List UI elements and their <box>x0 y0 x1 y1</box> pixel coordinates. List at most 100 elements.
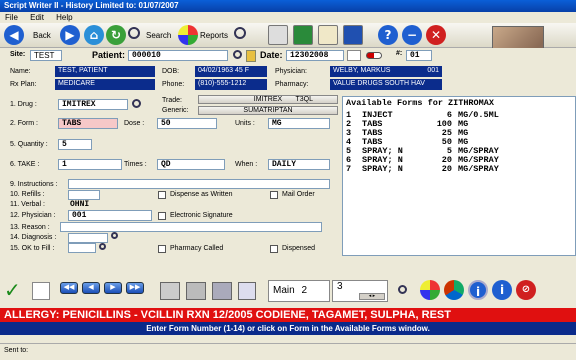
fax-icon[interactable] <box>268 25 288 45</box>
patient-search-icon[interactable] <box>233 50 242 59</box>
no-entry-icon[interactable]: ⊘ <box>516 280 536 300</box>
reports-icon[interactable] <box>178 25 198 45</box>
ok-to-fill-search-icon[interactable] <box>99 243 106 250</box>
patient-field[interactable]: 000010 <box>128 50 228 61</box>
available-form-row[interactable]: 7 SPRAY; N 20 MG/SPRAY <box>346 165 572 174</box>
blank-box[interactable] <box>32 282 50 300</box>
tab-3[interactable]: 3 <box>337 281 343 292</box>
calendar-icon[interactable] <box>347 50 361 61</box>
site-label: Site: <box>10 51 26 58</box>
close-icon[interactable]: ✕ <box>426 25 446 45</box>
home-icon[interactable]: ⌂ <box>84 25 104 45</box>
page-scrollbar[interactable]: ◂ ▸ <box>359 293 385 300</box>
info-2-icon[interactable]: i <box>492 280 512 300</box>
name-label: Name: <box>10 68 31 75</box>
number-field[interactable]: 01 <box>406 50 432 61</box>
diagnosis-field[interactable] <box>68 233 108 243</box>
take-field[interactable]: 1 <box>58 159 122 170</box>
dose-field[interactable]: 50 <box>157 118 217 129</box>
available-form-units: MG <box>458 128 469 138</box>
verbal-value: OHNI <box>70 200 90 209</box>
help-icon[interactable]: ? <box>378 25 398 45</box>
reports-label[interactable]: Reports <box>200 31 228 40</box>
page-tabs: Main 2 <box>268 280 330 302</box>
electronic-signature-checkbox[interactable] <box>158 212 166 220</box>
dob-label: DOB: <box>162 68 180 75</box>
available-form-form: SPRAY; N <box>362 164 403 174</box>
refills-field[interactable] <box>68 190 100 200</box>
forward-arrow-icon[interactable]: ▶ <box>60 25 80 45</box>
search-label[interactable]: Search <box>146 31 171 40</box>
diagnosis-label: 14. Diagnosis : <box>10 234 57 241</box>
checkmark-icon[interactable]: ✓ <box>4 280 21 300</box>
lookup-icon[interactable] <box>234 27 246 39</box>
quantity-field[interactable]: 5 <box>58 139 92 150</box>
notes-icon[interactable] <box>246 50 256 62</box>
site-field[interactable]: TEST <box>30 50 62 61</box>
dose-label: Dose : <box>124 120 145 127</box>
minus-icon[interactable]: − <box>402 25 422 45</box>
last-record-button[interactable]: ▶▶ <box>126 282 144 294</box>
available-forms-title: Available Forms for ZITHROMAX <box>346 98 494 108</box>
printer-2-icon[interactable] <box>186 282 206 300</box>
back-arrow-icon[interactable]: ◀ <box>4 25 24 45</box>
instructions-field[interactable] <box>68 179 330 189</box>
next-record-button[interactable]: ▶ <box>104 282 122 294</box>
dispense-as-written-checkbox[interactable] <box>158 191 166 199</box>
prev-record-button[interactable]: ◀ <box>82 282 100 294</box>
times-field[interactable]: QD <box>157 159 225 170</box>
search-icon[interactable] <box>128 27 140 39</box>
generic-name-button[interactable]: SUMATRIPTAN <box>198 106 338 115</box>
trade-label: Trade: <box>162 97 182 104</box>
reason-field[interactable] <box>60 222 322 232</box>
diagnosis-search-icon[interactable] <box>111 232 118 239</box>
quantity-label: 5. Quantity : <box>10 141 48 148</box>
menu-help[interactable]: Help <box>51 12 77 23</box>
available-forms-list[interactable]: Available Forms for ZITHROMAX 1 INJECT 6 MG… <box>342 96 576 256</box>
pharmacy-called-checkbox[interactable] <box>158 245 166 253</box>
available-form-dose: 100 <box>436 119 452 129</box>
tab-2[interactable]: 2 <box>301 285 307 296</box>
document-icon[interactable] <box>238 282 256 300</box>
menu-edit[interactable]: Edit <box>25 12 49 23</box>
word-icon[interactable] <box>343 25 363 45</box>
drug-label: 1. Drug : <box>10 101 37 108</box>
info-icon[interactable]: i <box>468 280 488 300</box>
refresh-icon[interactable]: ↻ <box>106 25 126 45</box>
when-field[interactable]: DAILY <box>268 159 330 170</box>
ok-to-fill-field[interactable] <box>68 243 96 253</box>
menu-bar: File Edit Help <box>0 12 576 23</box>
fax-send-icon[interactable] <box>212 282 232 300</box>
drug-field[interactable]: IMITREX <box>58 99 128 110</box>
available-form-dose: 50 <box>441 137 452 147</box>
available-form-dose: 20 <box>441 164 452 174</box>
instructions-label: 9. Instructions : <box>10 181 58 188</box>
back-label[interactable]: Back <box>33 31 51 40</box>
allergy-banner: ALLERGY: PENICILLINS - VCILLIN RXN 12/20… <box>0 308 576 322</box>
notepad-icon[interactable] <box>318 25 338 45</box>
drug-search-icon[interactable] <box>132 99 141 108</box>
trade-name-button[interactable]: IMITREX T3QL <box>198 95 338 104</box>
physician-rx-field[interactable]: 001 <box>68 210 152 221</box>
date-field[interactable]: 12302008 <box>286 50 344 61</box>
dispensed-checkbox[interactable] <box>270 245 278 253</box>
tab-main[interactable]: Main <box>273 285 295 296</box>
bottom-toolbar: ✓ ◀◀ ◀ ▶ ▶▶ Main 2 3 ◂ ▸ i i ⊘ <box>0 278 576 308</box>
zoom-icon[interactable] <box>398 285 407 294</box>
printer-icon[interactable] <box>160 282 180 300</box>
units-field[interactable]: MG <box>268 118 330 129</box>
dispense-as-written-label: Dispense as Written <box>170 191 233 198</box>
window-title: Script Writer II - History Limited to: 0… <box>0 0 576 12</box>
form-field[interactable]: TABS <box>58 118 118 129</box>
color-palette-icon[interactable] <box>420 280 440 300</box>
electronic-signature-label: Electronic Signature <box>170 212 233 219</box>
take-label: 6. TAKE : <box>10 161 40 168</box>
toolbar: ◀ Back ▶ ⌂ ↻ Search Reports ? − ✕ <box>0 23 576 48</box>
menu-file[interactable]: File <box>0 12 23 23</box>
first-record-button[interactable]: ◀◀ <box>60 282 78 294</box>
pharmacy-label: Pharmacy: <box>275 81 309 88</box>
physician-rx-label: 12. Physician : <box>10 212 56 219</box>
pinwheel-icon[interactable] <box>444 280 464 300</box>
excel-icon[interactable] <box>293 25 313 45</box>
mail-order-checkbox[interactable] <box>270 191 278 199</box>
